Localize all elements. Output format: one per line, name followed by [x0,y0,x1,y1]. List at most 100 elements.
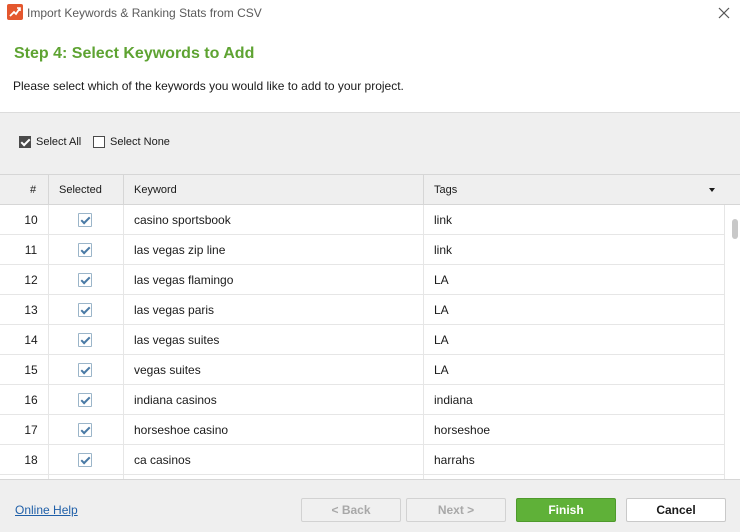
window-title: Import Keywords & Ranking Stats from CSV [27,6,262,20]
column-divider [423,175,424,205]
row-selected-checkbox[interactable] [78,453,92,467]
column-header-number[interactable]: # [30,175,36,205]
keywords-table: # Selected Keyword Tags 10 casino sportsb… [0,174,740,479]
cell-divider [423,265,424,295]
row-selected-checkbox[interactable] [78,213,92,227]
row-selected-checkbox[interactable] [78,303,92,317]
tags-cell[interactable]: horseshoe [434,415,490,445]
dialog-footer: Online Help < Back Next > Finish Cancel [0,479,740,532]
keyword-cell: casino sportsbook [134,213,231,227]
row-number: 16 [24,393,38,407]
cell-divider [48,325,49,355]
cell-divider [123,415,124,445]
keyword-cell: las vegas paris [134,303,215,317]
select-all-label[interactable]: Select All [36,136,81,148]
row-number: 11 [24,243,38,257]
cell-divider [48,385,49,415]
keyword-cell: vegas suites [134,363,201,377]
cell-divider [123,265,124,295]
tags-cell[interactable]: LA [434,265,449,295]
row-selected-checkbox[interactable] [78,333,92,347]
table-row[interactable]: 11 las vegas zip line link [0,235,724,265]
cell-divider [123,355,124,385]
cell-divider [423,235,424,265]
selection-toolbar: Select All Select None [0,112,740,174]
back-button[interactable]: < Back [301,498,401,522]
cell-divider [123,235,124,265]
online-help-link[interactable]: Online Help [15,503,78,517]
tags-cell[interactable]: indiana [434,385,473,415]
select-none-label[interactable]: Select None [110,136,170,148]
tags-cell[interactable]: link [434,205,452,235]
keyword-cell: horseshoe casino [134,423,229,437]
cell-divider [423,205,424,235]
cell-divider [423,385,424,415]
table-row[interactable]: 16 indiana casinos indiana [0,385,724,415]
select-none-box[interactable] [93,136,105,148]
table-row[interactable]: 17 horseshoe casino horseshoe [0,415,724,445]
cell-divider [48,295,49,325]
column-header-tags[interactable]: Tags [434,175,457,205]
cell-divider [123,295,124,325]
keyword-cell: las vegas flamingo [134,273,234,287]
tags-cell[interactable]: link [434,235,452,265]
scrollbar-thumb[interactable] [732,219,738,239]
cancel-button[interactable]: Cancel [626,498,726,522]
table-row[interactable]: 13 las vegas paris LA [0,295,724,325]
keyword-cell: las vegas suites [134,333,220,347]
select-all-checkbox[interactable]: Select All [19,136,81,148]
cell-divider [48,415,49,445]
tags-cell[interactable]: LA [434,295,449,325]
select-all-box[interactable] [19,136,31,148]
cell-divider [48,355,49,385]
table-row[interactable]: 18 ca casinos harrahs [0,445,724,475]
step-description: Please select which of the keywords you … [13,79,404,93]
cell-divider [423,415,424,445]
finish-button[interactable]: Finish [516,498,616,522]
cell-divider [48,265,49,295]
cell-divider [423,445,424,475]
dropdown-arrow-icon[interactable] [709,188,715,192]
cell-divider [123,205,124,235]
column-divider [48,175,49,205]
keyword-cell: las vegas zip line [134,243,226,257]
title-bar: Import Keywords & Ranking Stats from CSV [0,0,740,26]
cell-divider [48,445,49,475]
row-selected-checkbox[interactable] [78,273,92,287]
row-selected-checkbox[interactable] [78,423,92,437]
row-number: 12 [24,273,38,287]
table-row[interactable]: 10 casino sportsbook link [0,205,724,235]
column-header-keyword[interactable]: Keyword [134,175,177,205]
row-selected-checkbox[interactable] [78,363,92,377]
close-icon[interactable] [714,3,734,23]
column-header-selected[interactable]: Selected [59,175,102,205]
chart-trend-icon [7,4,23,20]
cell-divider [48,205,49,235]
row-number: 14 [24,333,38,347]
table-row[interactable]: 14 las vegas suites LA [0,325,724,355]
tags-cell[interactable]: LA [434,325,449,355]
select-none-checkbox[interactable]: Select None [93,136,170,148]
row-number: 10 [24,213,38,227]
column-divider [123,175,124,205]
tags-cell[interactable]: LA [434,355,449,385]
row-number: 13 [24,303,38,317]
cell-divider [123,385,124,415]
table-header: # Selected Keyword Tags [0,175,740,205]
step-header: Step 4: Select Keywords to Add Please se… [0,26,740,112]
cell-divider [123,325,124,355]
cell-divider [123,445,124,475]
tags-cell[interactable]: harrahs [434,445,475,475]
cell-divider [48,235,49,265]
table-row[interactable]: 12 las vegas flamingo LA [0,265,724,295]
vertical-scrollbar[interactable] [724,205,740,479]
table-row[interactable]: 15 vegas suites LA [0,355,724,385]
row-selected-checkbox[interactable] [78,243,92,257]
row-number: 15 [24,363,38,377]
next-button[interactable]: Next > [406,498,506,522]
row-number: 18 [24,453,38,467]
keyword-cell: ca casinos [134,453,191,467]
keyword-cell: indiana casinos [134,393,217,407]
table-body: 10 casino sportsbook link 11 las vegas zip l… [0,205,724,479]
row-selected-checkbox[interactable] [78,393,92,407]
